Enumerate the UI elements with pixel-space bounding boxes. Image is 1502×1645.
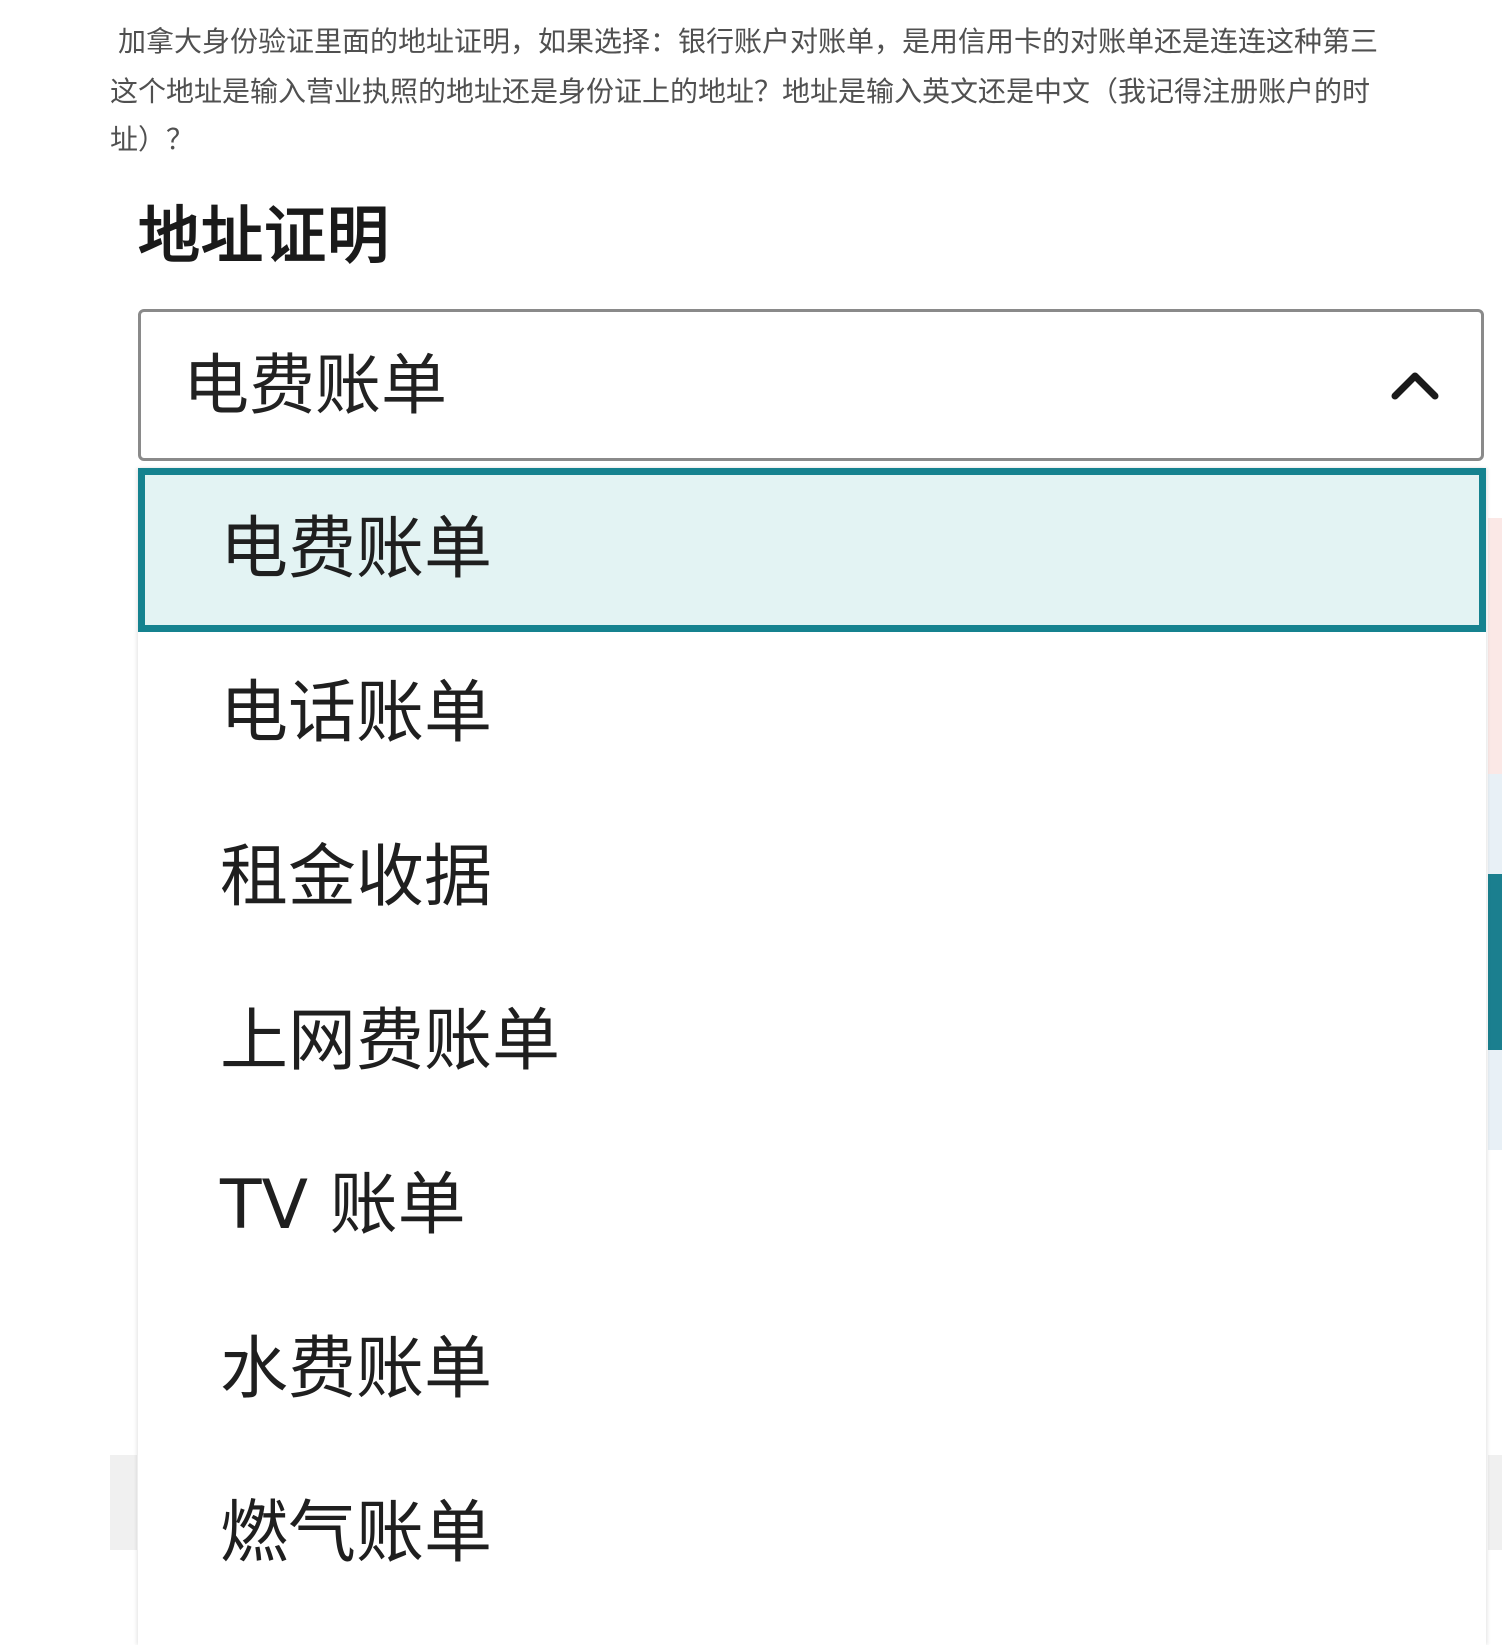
question-line: 址）？ bbox=[110, 123, 195, 156]
field-label-address-proof: 地址证明 bbox=[138, 199, 391, 272]
option-label: 电话账单 bbox=[220, 674, 493, 753]
select-current-value: 电费账单 bbox=[183, 347, 447, 424]
question-line: 加拿大身份验证里面的地址证明，如果选择：银行账户对账单，是用信用卡的对账单还是连… bbox=[118, 25, 1379, 58]
option-label: 电费账单 bbox=[220, 510, 493, 589]
option-label: 燃气账单 bbox=[220, 1494, 493, 1573]
option-rent-receipt[interactable]: 租金收据 bbox=[138, 796, 1486, 960]
background-button-edge bbox=[1488, 874, 1502, 1050]
question-line: 这个地址是输入营业执照的地址还是身份证上的地址？地址是输入英文还是中文（我记得注… bbox=[110, 75, 1371, 108]
background-footer-edge bbox=[110, 1455, 137, 1550]
background-footer-edge bbox=[1488, 1455, 1502, 1550]
option-label: 租金收据 bbox=[220, 838, 493, 917]
background-panel-edge bbox=[1488, 518, 1502, 774]
option-label: 上网费账单 bbox=[220, 1002, 561, 1081]
chevron-up-icon[interactable] bbox=[1387, 358, 1443, 414]
option-electricity-bill[interactable]: 电费账单 bbox=[138, 468, 1486, 632]
option-phone-bill[interactable]: 电话账单 bbox=[138, 632, 1486, 796]
option-internet-bill[interactable]: 上网费账单 bbox=[138, 960, 1486, 1124]
select-dropdown-list: 电费账单 电话账单 租金收据 上网费账单 TV 账单 水费账单 燃气账单 bbox=[138, 468, 1486, 1645]
background-panel-edge bbox=[1488, 1050, 1502, 1150]
address-proof-select[interactable]: 电费账单 bbox=[138, 309, 1484, 461]
option-label: 水费账单 bbox=[220, 1330, 493, 1409]
option-tv-bill[interactable]: TV 账单 bbox=[138, 1124, 1486, 1288]
option-label: TV 账单 bbox=[220, 1166, 466, 1245]
option-water-bill[interactable]: 水费账单 bbox=[138, 1288, 1486, 1452]
option-gas-bill[interactable]: 燃气账单 bbox=[138, 1452, 1486, 1616]
background-panel-edge bbox=[1488, 774, 1502, 874]
question-text: 加拿大身份验证里面的地址证明，如果选择：银行账户对账单，是用信用卡的对账单还是连… bbox=[110, 18, 1502, 168]
